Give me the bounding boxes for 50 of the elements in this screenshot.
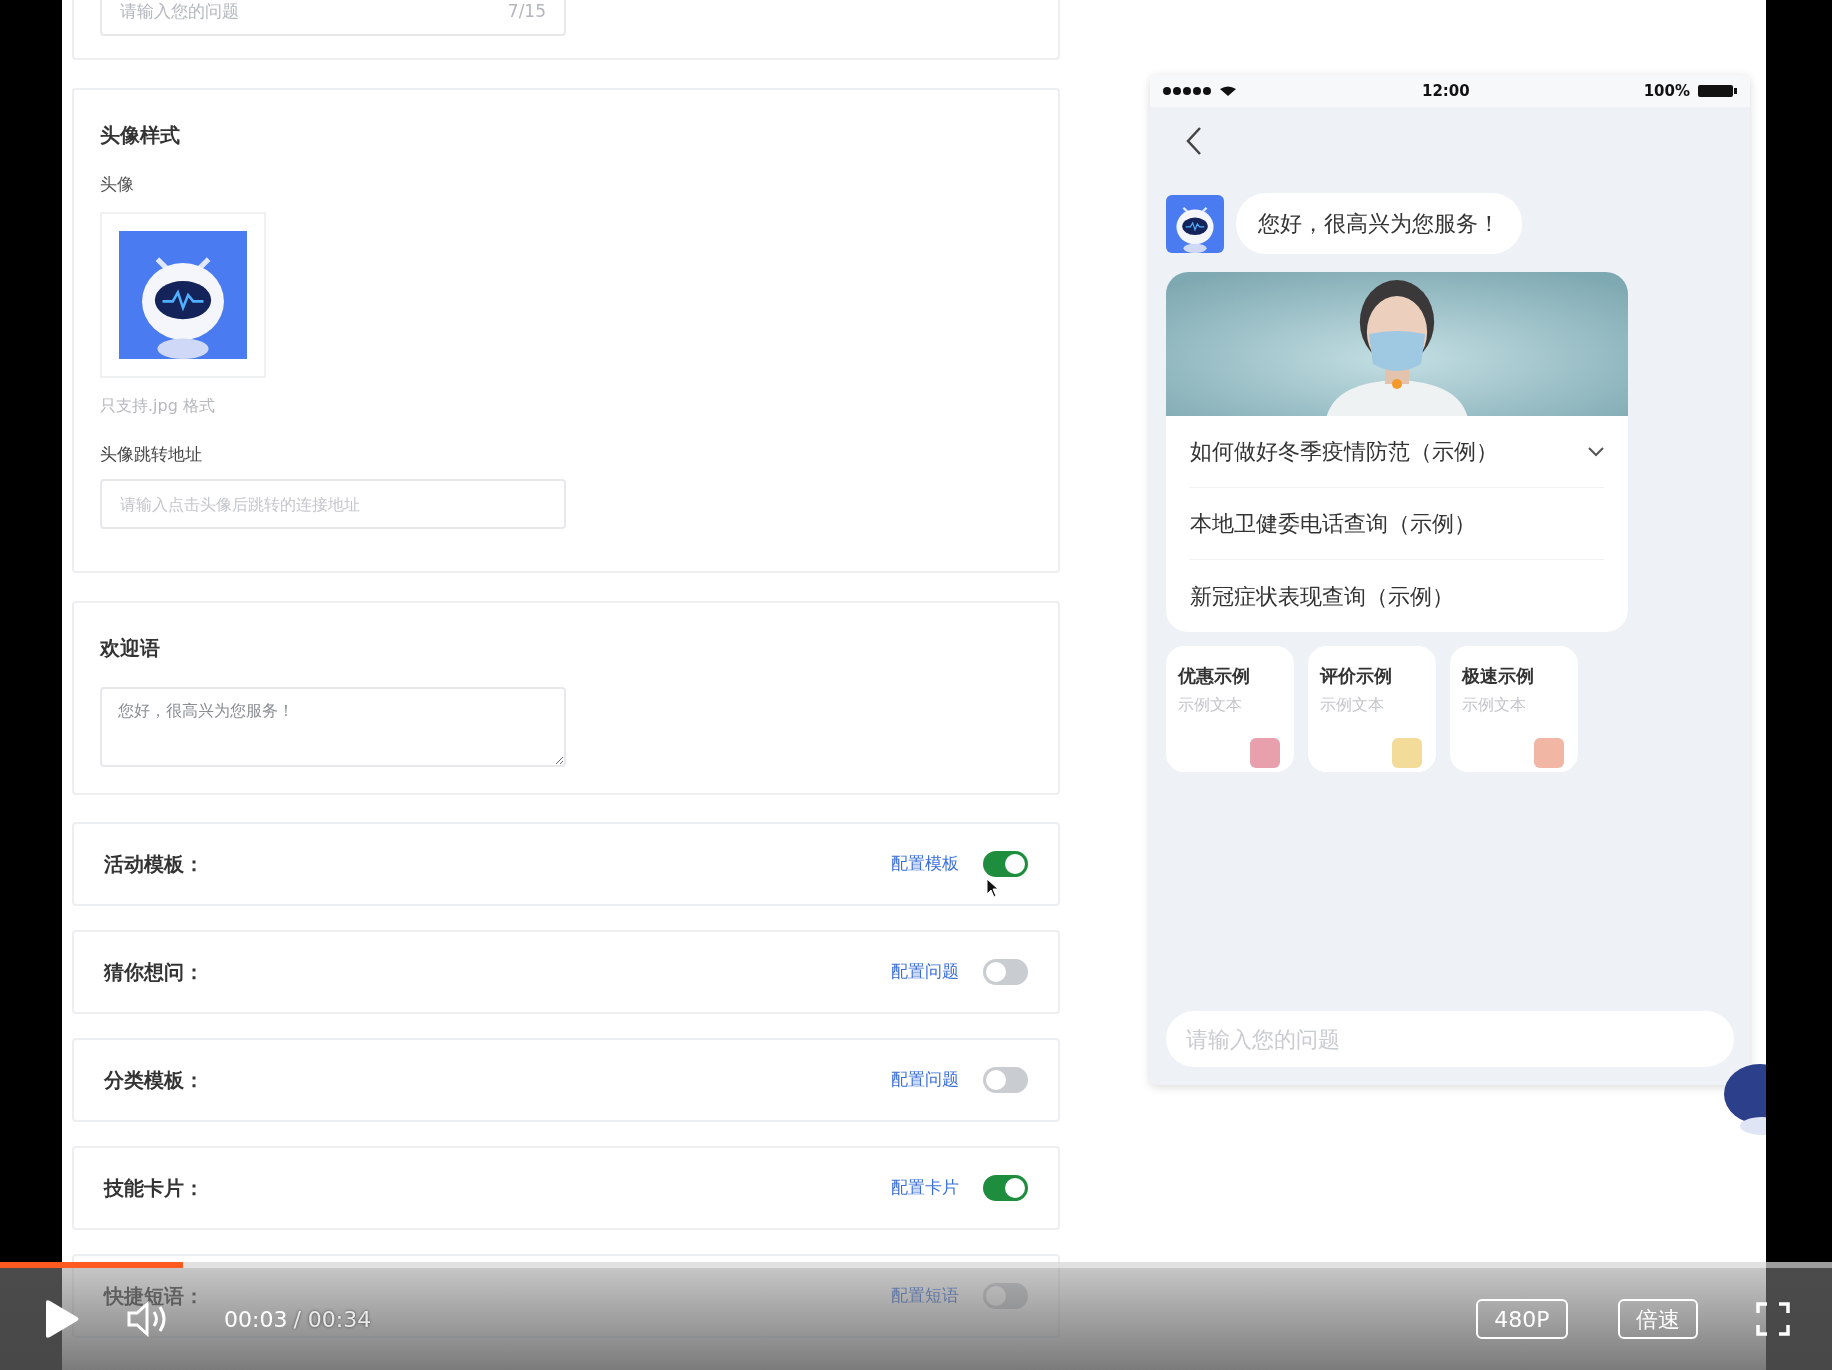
skill-title: 优惠示例 [1178,664,1251,688]
section-title: 欢迎语 [100,635,161,662]
skill-card[interactable]: 优惠示例 示例文本 [1166,646,1294,772]
field-label: 头像跳转地址 [100,442,203,466]
format-hint: 只支持.jpg 格式 [100,394,216,417]
question-item[interactable]: 如何做好冬季疫情防范（示例） [1190,416,1604,488]
skill-subtitle: 示例文本 [1320,694,1385,716]
chat-bubble: 您好，很高兴为您服务！ [1236,193,1522,254]
skill-title: 评价示例 [1320,664,1393,688]
cursor-icon [986,878,1000,898]
speed-button[interactable]: 倍速 [1618,1299,1698,1339]
battery-icon [1698,84,1738,98]
config-link[interactable]: 配置卡片 [891,1175,959,1201]
chevron-down-icon [1588,446,1604,457]
toggle-switch[interactable] [983,851,1028,877]
skill-title: 极速示例 [1462,664,1535,688]
config-link[interactable]: 配置问题 [891,959,959,985]
status-time: 12:00 [1422,80,1470,102]
feature-label: 活动模板： [104,851,204,878]
robot-avatar-icon [119,230,247,359]
toggle-switch[interactable] [983,1067,1028,1093]
battery-percent: 100% [1643,80,1690,102]
feature-label: 猜你想问： [104,959,204,986]
config-link[interactable]: 配置模板 [891,851,959,877]
skill-subtitle: 示例文本 [1178,694,1243,716]
back-icon[interactable] [1186,126,1202,156]
progress-track[interactable] [0,1262,1832,1268]
character-counter: 7/15 [507,0,546,23]
avatar-upload[interactable] [100,211,266,378]
skill-card[interactable]: 评价示例 示例文本 [1308,646,1436,772]
toggle-switch[interactable] [983,959,1028,985]
toggle-switch[interactable] [983,1283,1028,1309]
skill-subtitle: 示例文本 [1462,694,1527,716]
fullscreen-icon[interactable] [1756,1302,1790,1336]
quality-button[interactable]: 480P [1476,1299,1568,1339]
skill-card[interactable]: 极速示例 示例文本 [1450,646,1578,772]
link-field[interactable]: 请输入点击头像后跳转的连接地址 [100,479,566,529]
question-item[interactable]: 新冠症状表现查询（示例） [1190,560,1604,632]
section-title: 头像样式 [100,122,181,149]
welcome-textarea[interactable]: 您好，很高兴为您服务！ [100,687,566,767]
config-link[interactable]: 配置问题 [891,1067,959,1093]
bot-avatar-icon [1166,194,1224,253]
total-time: / 00:34 [293,1305,372,1334]
question-item[interactable]: 本地卫健委电话查询（示例） [1190,488,1604,560]
field-label: 头像 [100,173,135,196]
feature-label: 分类模板： [104,1067,204,1094]
toggle-switch[interactable] [983,1175,1028,1201]
current-time: 00:03 [224,1305,288,1334]
feature-label: 技能卡片： [104,1175,204,1202]
feature-label: 快捷短语： [104,1283,204,1310]
